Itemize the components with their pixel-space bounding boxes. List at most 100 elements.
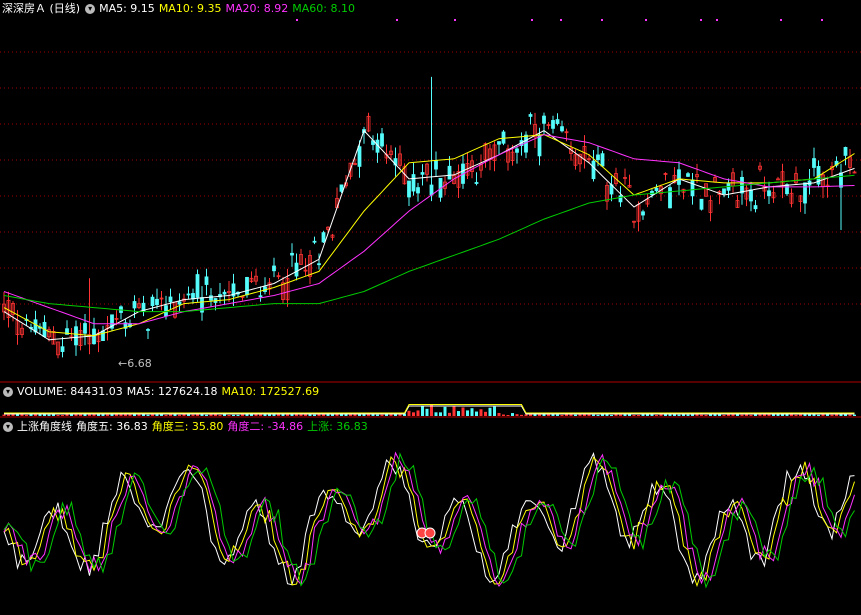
candle-body — [429, 184, 434, 196]
candle-body — [600, 153, 605, 167]
volume-bar — [704, 414, 708, 416]
volume-bar — [853, 414, 856, 416]
volume-bar — [839, 414, 843, 416]
volume-bar — [754, 414, 757, 416]
volume-bar — [749, 414, 753, 416]
indicator-title: 上涨角度线 — [17, 420, 72, 433]
indicator-line — [3, 452, 855, 586]
stock-title[interactable]: 深深房Ａ (日线) — [2, 2, 80, 15]
volume-bar — [506, 414, 510, 416]
ma60-value: MA60: 8.10 — [292, 2, 355, 15]
volume-bar — [457, 411, 460, 416]
candle-body — [528, 114, 533, 117]
vol-ma5-value: MA5: 127624.18 — [126, 385, 218, 398]
rise-value: 上涨: 36.83 — [307, 420, 368, 433]
candle-body — [290, 252, 294, 256]
candle-body — [654, 187, 659, 192]
volume-bar — [178, 414, 181, 416]
volume-bar — [416, 410, 420, 416]
volume-bar — [632, 414, 636, 416]
candle-body — [501, 131, 506, 144]
signal-dot — [454, 19, 456, 21]
ma-line-ma20 — [3, 134, 855, 325]
volume-bar — [700, 414, 703, 416]
volume-header: ▾ VOLUME: 84431.03 MA5: 127624.18 MA10: 172… — [2, 384, 323, 400]
dropdown-icon[interactable]: ▾ — [3, 387, 13, 397]
volume-bar — [146, 414, 150, 416]
volume-bar — [115, 414, 118, 416]
candle-body — [785, 184, 789, 195]
candle-body — [155, 298, 159, 305]
volume-bar — [452, 406, 456, 416]
volume-bar — [47, 414, 51, 416]
volume-bar — [794, 414, 798, 416]
candle-body — [434, 159, 438, 170]
volume-bar — [277, 414, 280, 416]
candle-body — [812, 158, 816, 168]
candle-body — [83, 323, 87, 334]
candle-body — [537, 135, 542, 157]
volume-bar — [214, 414, 217, 416]
candle-body — [380, 133, 384, 147]
candle-body — [690, 179, 695, 197]
signal-dot — [396, 19, 398, 21]
volume-bar — [470, 408, 474, 416]
candle-body — [749, 189, 753, 202]
volume-bar — [524, 414, 528, 416]
signal-dot — [700, 19, 702, 21]
volume-bar — [232, 414, 235, 416]
ma20-value: MA20: 8.92 — [225, 2, 289, 15]
signal-dot — [531, 19, 533, 21]
volume-bar — [218, 414, 222, 416]
volume-bar — [2, 414, 6, 416]
volume-bar — [434, 412, 438, 416]
volume-bar — [574, 414, 577, 416]
angle5-value: 角度五: 36.83 — [76, 420, 148, 433]
volume-bar — [7, 414, 10, 416]
signal-dot — [296, 19, 298, 21]
signal-dot — [716, 19, 718, 21]
candle-body — [447, 165, 452, 180]
volume-bar — [272, 414, 276, 416]
candle-body — [596, 154, 600, 161]
signal-dot — [821, 19, 823, 21]
signal-marker — [424, 527, 436, 539]
candle-body — [195, 274, 200, 298]
volume-bar — [380, 414, 384, 416]
vol-ma10-value: MA10: 172527.69 — [221, 385, 320, 398]
candle-body — [339, 184, 344, 192]
candle-body — [101, 330, 105, 341]
volume-bar — [686, 414, 690, 416]
volume-bar — [610, 414, 613, 416]
volume-bar — [790, 414, 793, 416]
volume-bar — [497, 412, 501, 416]
price-header: 深深房Ａ (日线) ▾ MA5: 9.15 MA10: 9.35 MA20: 8.92 M… — [2, 1, 359, 17]
candle-body — [245, 276, 249, 296]
volume-bar — [830, 414, 834, 416]
volume-bar — [515, 414, 519, 416]
candle-body — [204, 276, 209, 285]
volume-bar — [412, 412, 415, 416]
candle-body — [722, 188, 726, 195]
candle-body — [843, 147, 848, 156]
volume-bar — [556, 414, 559, 416]
volume-bar — [259, 414, 262, 416]
candle-body — [146, 329, 150, 331]
volume-bar — [848, 414, 852, 416]
dropdown-icon[interactable]: ▾ — [85, 4, 96, 14]
volume-bar — [641, 414, 645, 416]
candle-body — [407, 180, 411, 198]
volume-bar — [740, 414, 744, 416]
volume-bar — [488, 407, 492, 416]
volume-bar — [560, 414, 564, 416]
candle-body — [803, 182, 807, 204]
volume-bar — [637, 414, 640, 416]
dropdown-icon[interactable]: ▾ — [3, 422, 13, 432]
candle-body — [258, 295, 263, 298]
volume-bar — [461, 407, 465, 416]
volume-bar — [164, 414, 168, 416]
ma5-value: MA5: 9.15 — [99, 2, 155, 15]
signal-dot — [645, 19, 647, 21]
volume-bar — [502, 414, 505, 416]
signal-dot — [780, 19, 782, 21]
